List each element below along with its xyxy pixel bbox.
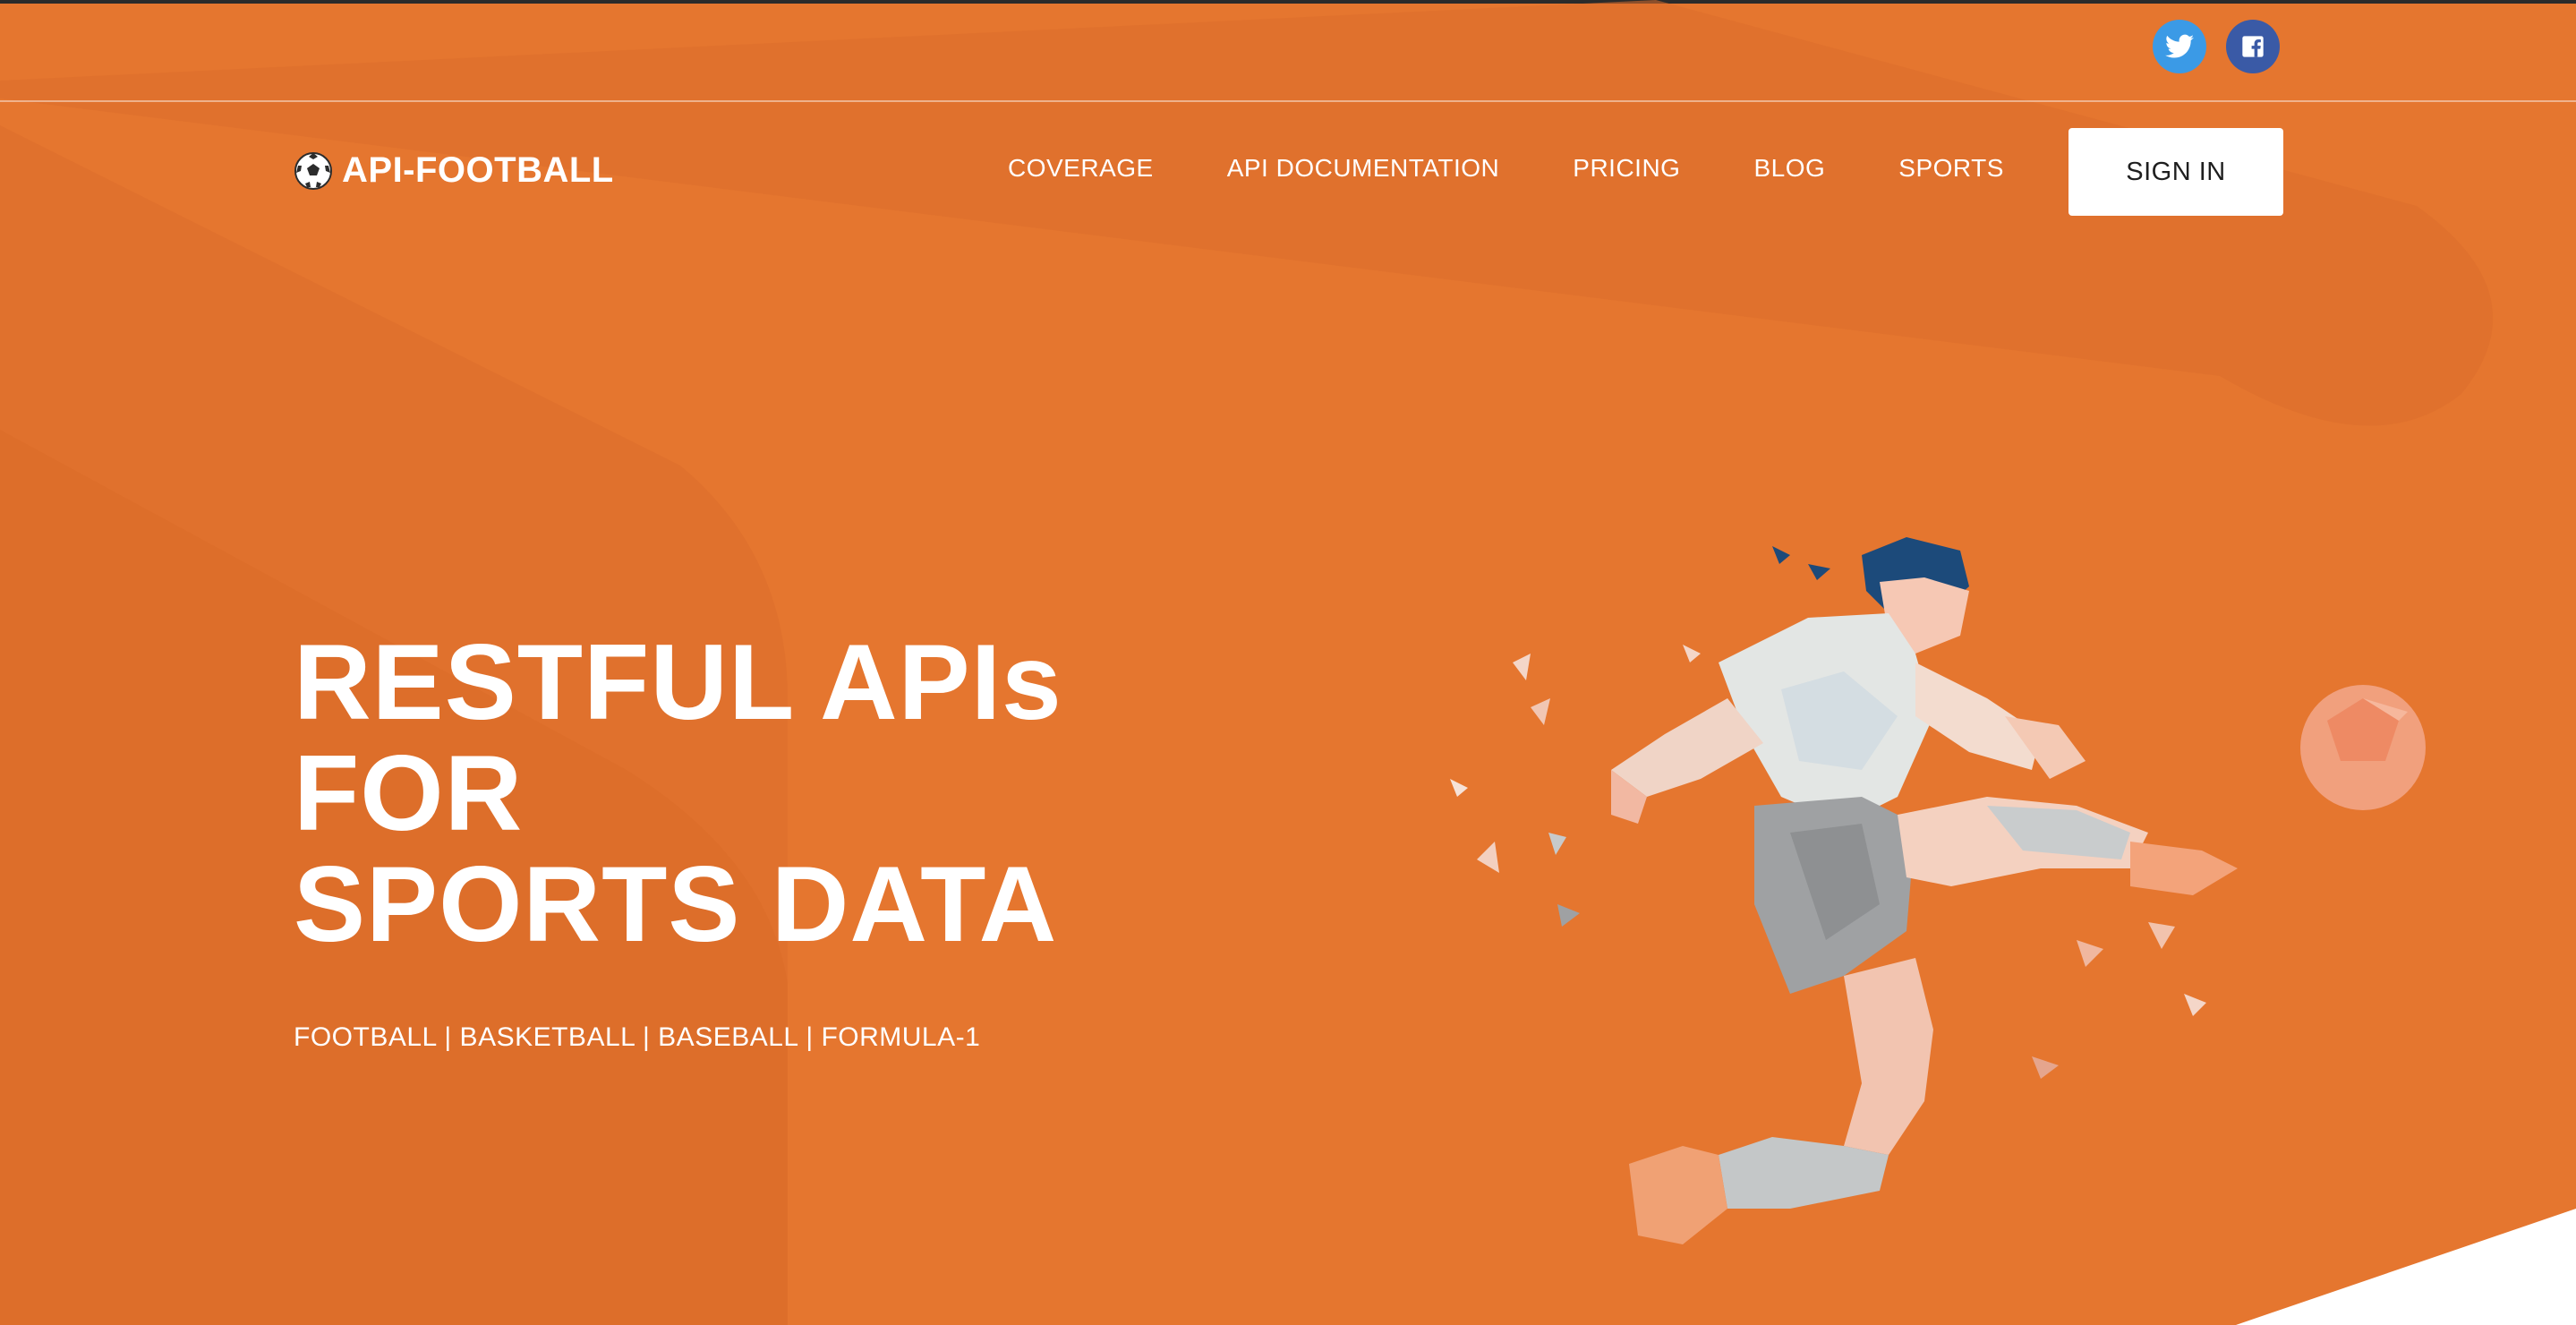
hero-section: RESTFUL APIs FOR SPORTS DATA FOOTBALL | … (294, 627, 1278, 1053)
facebook-button[interactable] (2226, 20, 2280, 73)
nav-blog[interactable]: BLOG (1753, 154, 1825, 183)
hero-title-line-2: SPORTS DATA (294, 844, 1058, 964)
soccer-ball-icon (294, 151, 332, 190)
hero-subtitle: FOOTBALL | BASKETBALL | BASEBALL | FORMU… (294, 1022, 981, 1052)
logo-text: API-FOOTBALL (342, 150, 614, 190)
player-illustration (1450, 537, 2426, 1244)
nav-sports[interactable]: SPORTS (1898, 154, 2004, 183)
hero-title-line-1: RESTFUL APIs FOR (294, 622, 1062, 853)
site-logo[interactable]: API-FOOTBALL (294, 150, 614, 191)
hero-title: RESTFUL APIs FOR SPORTS DATA (294, 627, 1278, 960)
social-links (2153, 20, 2280, 73)
header-divider (0, 100, 2576, 102)
nav-pricing[interactable]: PRICING (1573, 154, 1680, 183)
nav-api-documentation[interactable]: API DOCUMENTATION (1227, 154, 1500, 183)
nav-coverage[interactable]: COVERAGE (1008, 154, 1154, 183)
bottom-right-corner-shape (2236, 1209, 2576, 1325)
twitter-icon (2165, 34, 2194, 58)
twitter-button[interactable] (2153, 20, 2206, 73)
sign-in-button[interactable]: SIGN IN (2068, 128, 2283, 216)
main-navigation: COVERAGE API DOCUMENTATION PRICING BLOG … (1008, 154, 2004, 183)
facebook-icon (2242, 36, 2264, 57)
